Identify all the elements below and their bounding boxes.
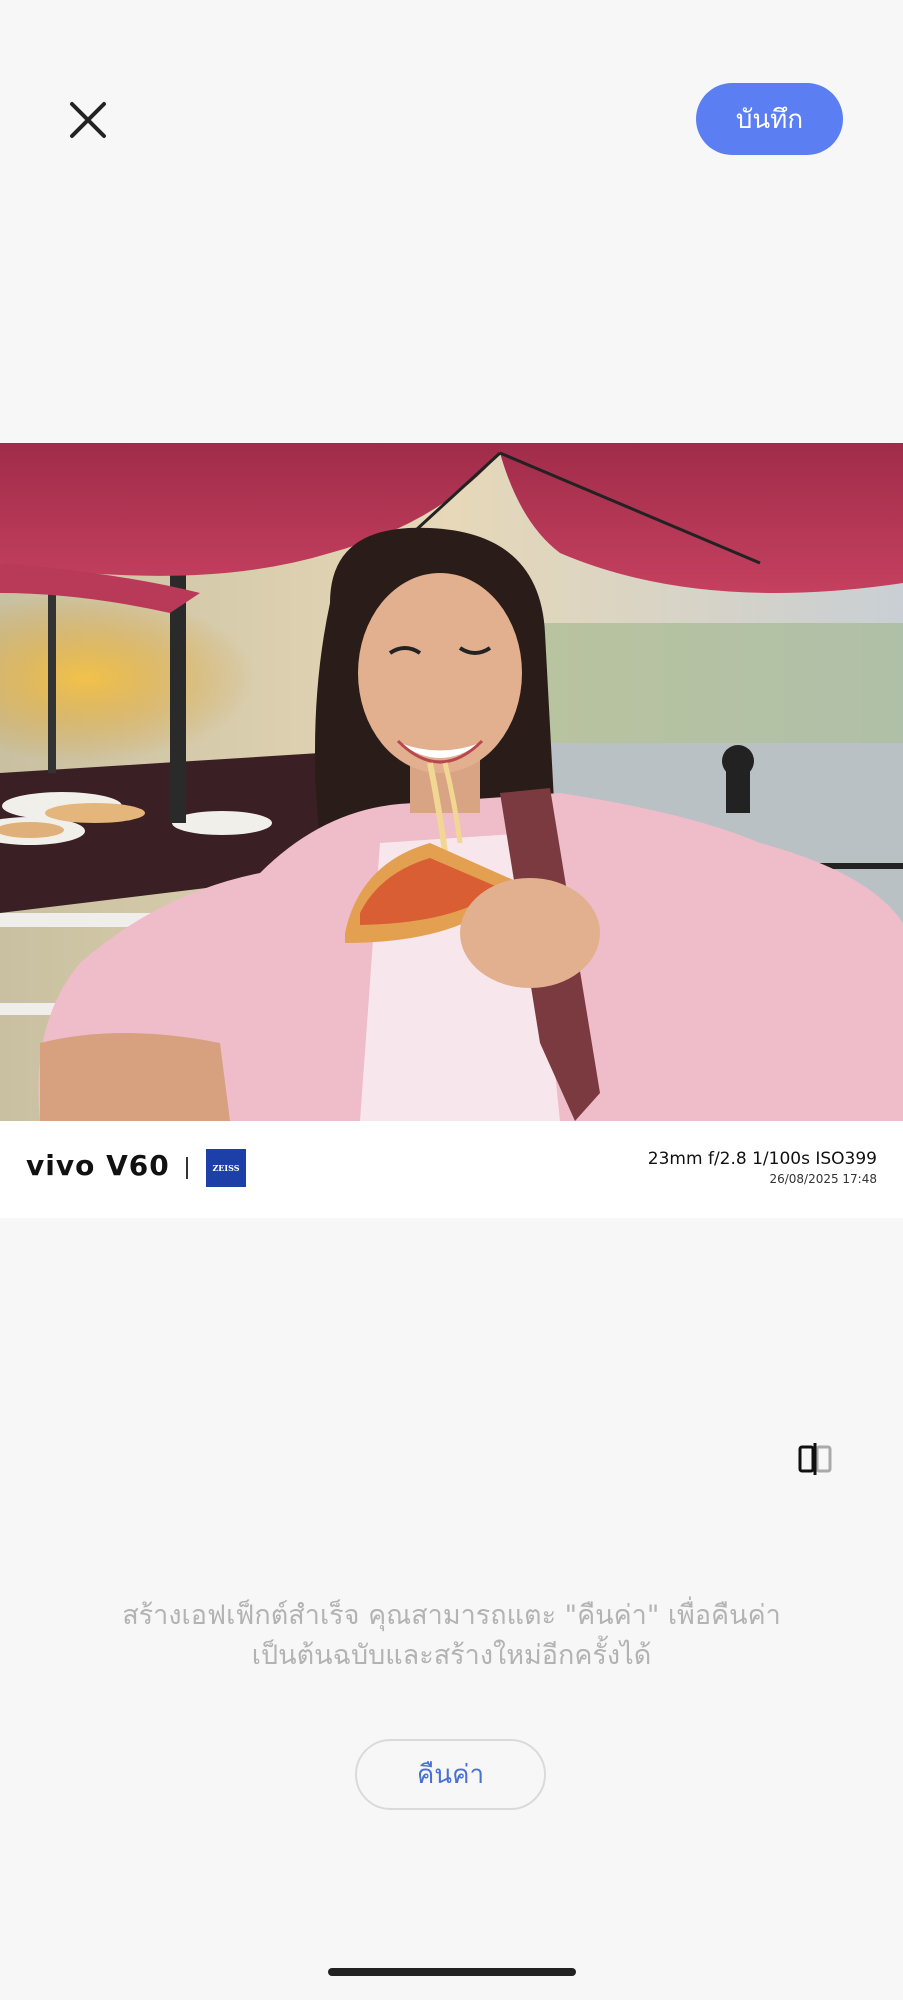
exif-datetime: 26/08/2025 17:48	[769, 1172, 877, 1186]
brand-label: vivo V60	[26, 1149, 170, 1182]
close-icon	[70, 102, 106, 138]
home-indicator[interactable]	[328, 1968, 576, 1976]
success-message-line1: สร้างเอฟเฟ็กต์สำเร็จ คุณสามารถแตะ "คืนค่…	[122, 1600, 781, 1631]
close-button[interactable]	[62, 94, 114, 146]
compare-icon	[798, 1443, 832, 1475]
zeiss-logo: ZEISS	[206, 1149, 246, 1187]
photo-frame: vivo V60 ZEISS 23mm f/2.8 1/100s ISO399 …	[0, 443, 903, 1218]
reset-button[interactable]: คืนค่า	[355, 1739, 546, 1810]
save-button[interactable]: บันทึก	[696, 83, 843, 155]
exif-settings: 23mm f/2.8 1/100s ISO399	[647, 1149, 877, 1169]
photo-image	[0, 443, 903, 1121]
success-message: สร้างเอฟเฟ็กต์สำเร็จ คุณสามารถแตะ "คืนค่…	[60, 1596, 843, 1676]
success-message-line2: เป็นต้นฉบับและสร้างใหม่อีกครั้งได้	[251, 1640, 652, 1671]
exif-info: 23mm f/2.8 1/100s ISO399 26/08/2025 17:4…	[648, 1149, 877, 1186]
compare-button[interactable]	[797, 1443, 833, 1475]
watermark-bar: vivo V60 ZEISS 23mm f/2.8 1/100s ISO399 …	[0, 1121, 903, 1218]
brand-divider	[186, 1157, 188, 1179]
photo-preview	[0, 443, 903, 1121]
